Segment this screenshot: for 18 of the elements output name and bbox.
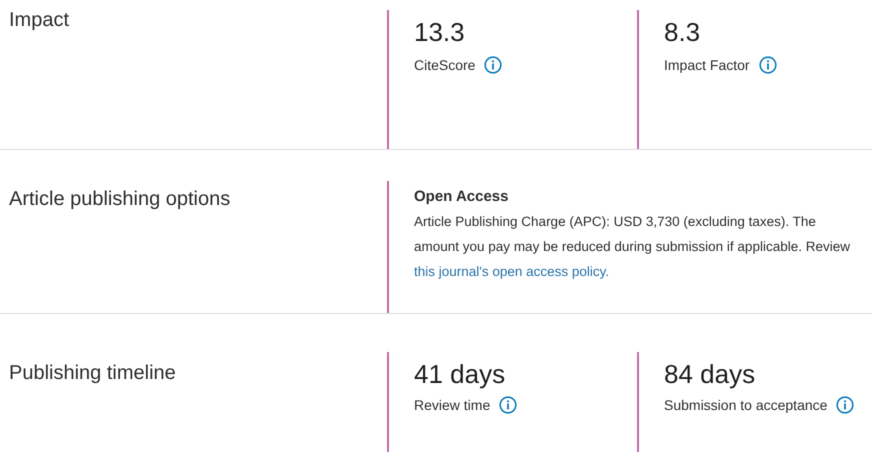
section-title: Article publishing options [8,187,232,212]
info-icon[interactable] [758,56,777,74]
option-heading: Open Access [414,187,510,207]
section-title: Publishing timeline [8,361,177,386]
info-icon[interactable] [836,396,854,414]
metric-value: 13.3 [414,16,466,48]
info-icon[interactable] [499,396,518,414]
section-title: Impact [8,8,70,33]
metric-label: Submission to acceptance [664,396,828,414]
metric-value: 84 days [664,358,756,390]
metric-label: Impact Factor [664,56,750,74]
metric-label: CiteScore [414,56,476,74]
metric-value: 8.3 [664,16,702,48]
info-icon[interactable] [484,56,502,74]
apc-description: Article Publishing Charge (APC): USD 3,730 (excluding taxes). The amount you pay may be reduced during submission if applicable. Review this journal's open access policy. [414,213,851,281]
policy-link[interactable]: this journal's open access policy. [414,264,610,279]
metric-label: Review time [414,396,490,414]
metric-value: 41 days [414,358,506,390]
